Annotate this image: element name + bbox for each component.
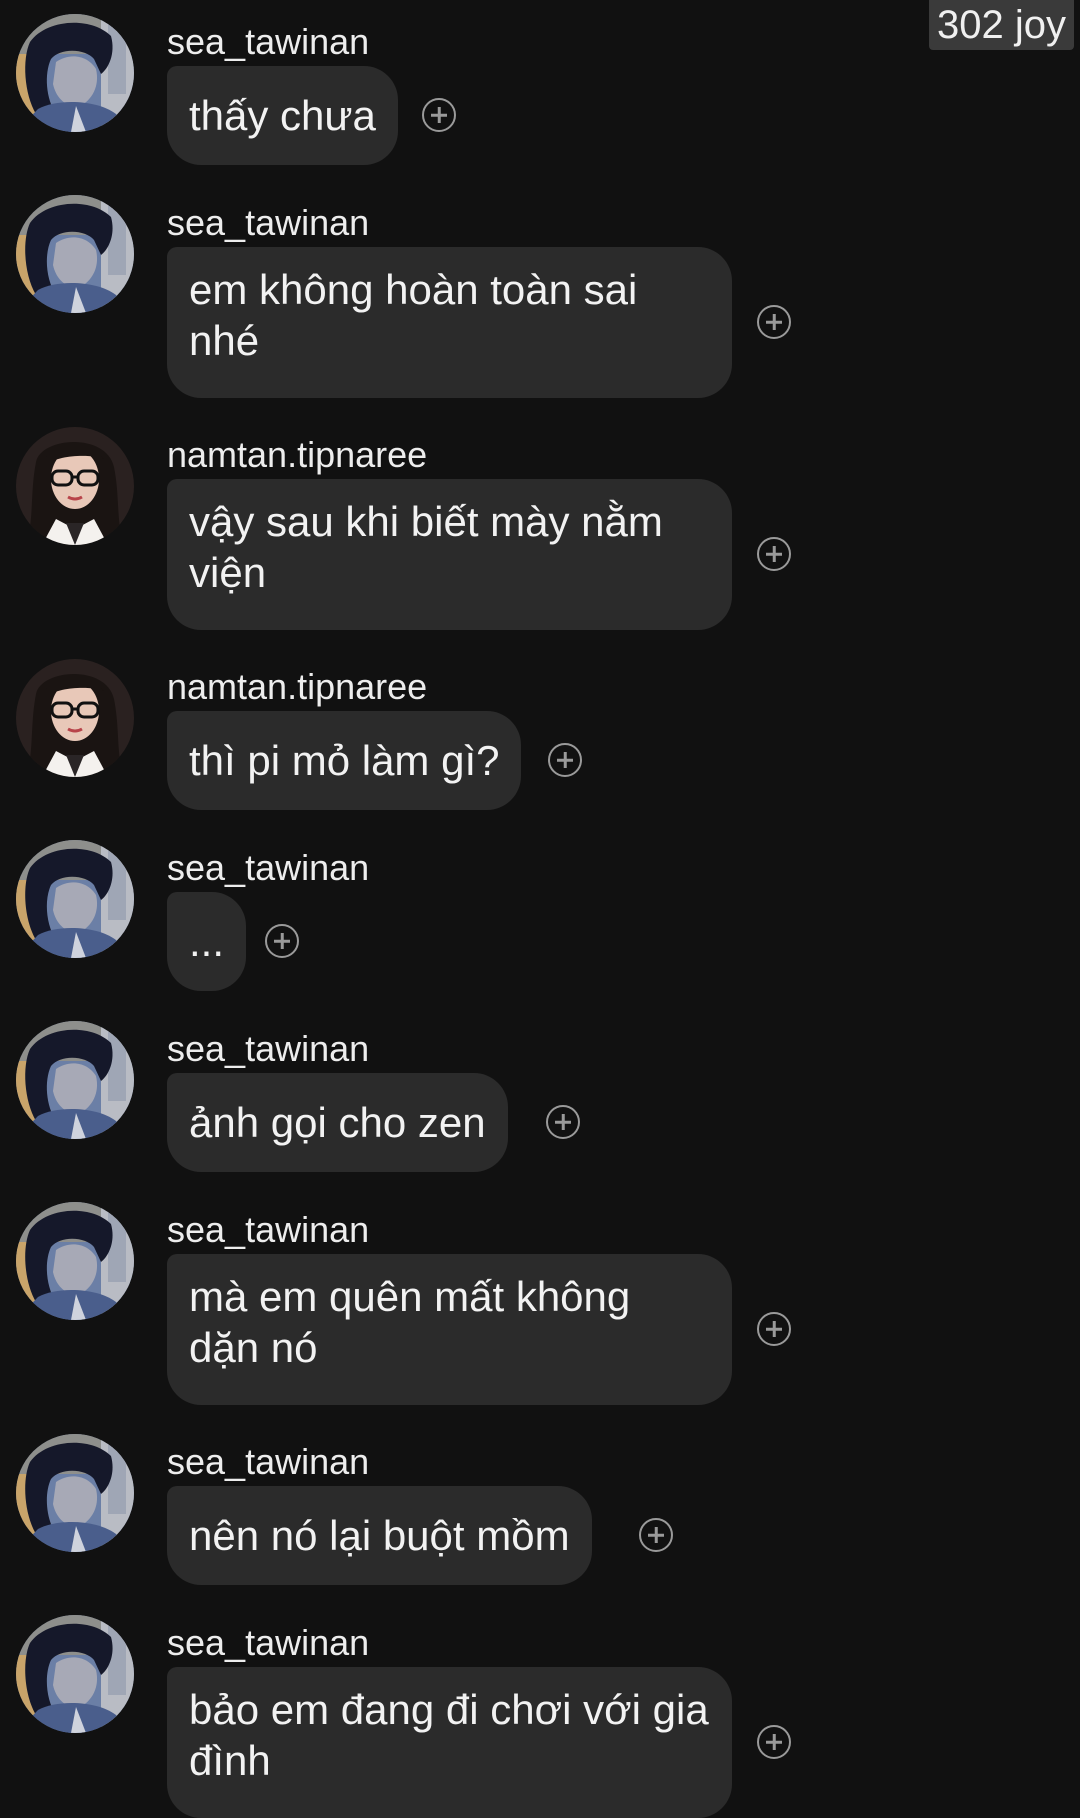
message-username[interactable]: sea_tawinan xyxy=(167,846,369,890)
add-reaction-icon[interactable] xyxy=(546,1105,580,1139)
avatar[interactable] xyxy=(16,659,134,777)
message-username[interactable]: sea_tawinan xyxy=(167,201,369,245)
points-badge: 302 joy xyxy=(929,0,1074,50)
message-username[interactable]: sea_tawinan xyxy=(167,1027,369,1071)
avatar[interactable] xyxy=(16,1615,134,1733)
avatar[interactable] xyxy=(16,1434,134,1552)
add-reaction-icon[interactable] xyxy=(757,305,791,339)
message-bubble[interactable]: ảnh gọi cho zen xyxy=(167,1073,508,1172)
message-username[interactable]: sea_tawinan xyxy=(167,20,369,64)
message-bubble[interactable]: mà em quên mất không dặn nó xyxy=(167,1254,732,1405)
sea-avatar-image xyxy=(16,840,134,958)
sea-avatar-image xyxy=(16,1615,134,1733)
sea-avatar-image xyxy=(16,1202,134,1320)
message-bubble[interactable]: em không hoàn toàn sai nhé xyxy=(167,247,732,398)
sea-avatar-image xyxy=(16,14,134,132)
message-bubble[interactable]: thấy chưa xyxy=(167,66,398,165)
avatar[interactable] xyxy=(16,195,134,313)
add-reaction-icon[interactable] xyxy=(548,743,582,777)
add-reaction-icon[interactable] xyxy=(757,1725,791,1759)
avatar[interactable] xyxy=(16,1021,134,1139)
message-username[interactable]: sea_tawinan xyxy=(167,1440,369,1484)
namtan-avatar-image xyxy=(16,427,134,545)
sea-avatar-image xyxy=(16,195,134,313)
sea-avatar-image xyxy=(16,1021,134,1139)
avatar[interactable] xyxy=(16,427,134,545)
message-bubble[interactable]: nên nó lại buột mồm xyxy=(167,1486,592,1585)
add-reaction-icon[interactable] xyxy=(757,537,791,571)
message-bubble[interactable]: thì pi mỏ làm gì? xyxy=(167,711,522,810)
message-bubble[interactable]: vậy sau khi biết mày nằm viện xyxy=(167,479,732,630)
add-reaction-icon[interactable] xyxy=(265,924,299,958)
add-reaction-icon[interactable] xyxy=(639,1518,673,1552)
message-username[interactable]: sea_tawinan xyxy=(167,1621,369,1665)
namtan-avatar-image xyxy=(16,659,134,777)
message-bubble[interactable]: ... xyxy=(167,892,247,991)
avatar[interactable] xyxy=(16,1202,134,1320)
message-username[interactable]: namtan.tipnaree xyxy=(167,433,427,477)
avatar[interactable] xyxy=(16,840,134,958)
message-username[interactable]: sea_tawinan xyxy=(167,1208,369,1252)
avatar[interactable] xyxy=(16,14,134,132)
message-username[interactable]: namtan.tipnaree xyxy=(167,665,427,709)
add-reaction-icon[interactable] xyxy=(422,98,456,132)
add-reaction-icon[interactable] xyxy=(757,1312,791,1346)
message-bubble[interactable]: bảo em đang đi chơi với gia đình xyxy=(167,1667,732,1818)
sea-avatar-image xyxy=(16,1434,134,1552)
